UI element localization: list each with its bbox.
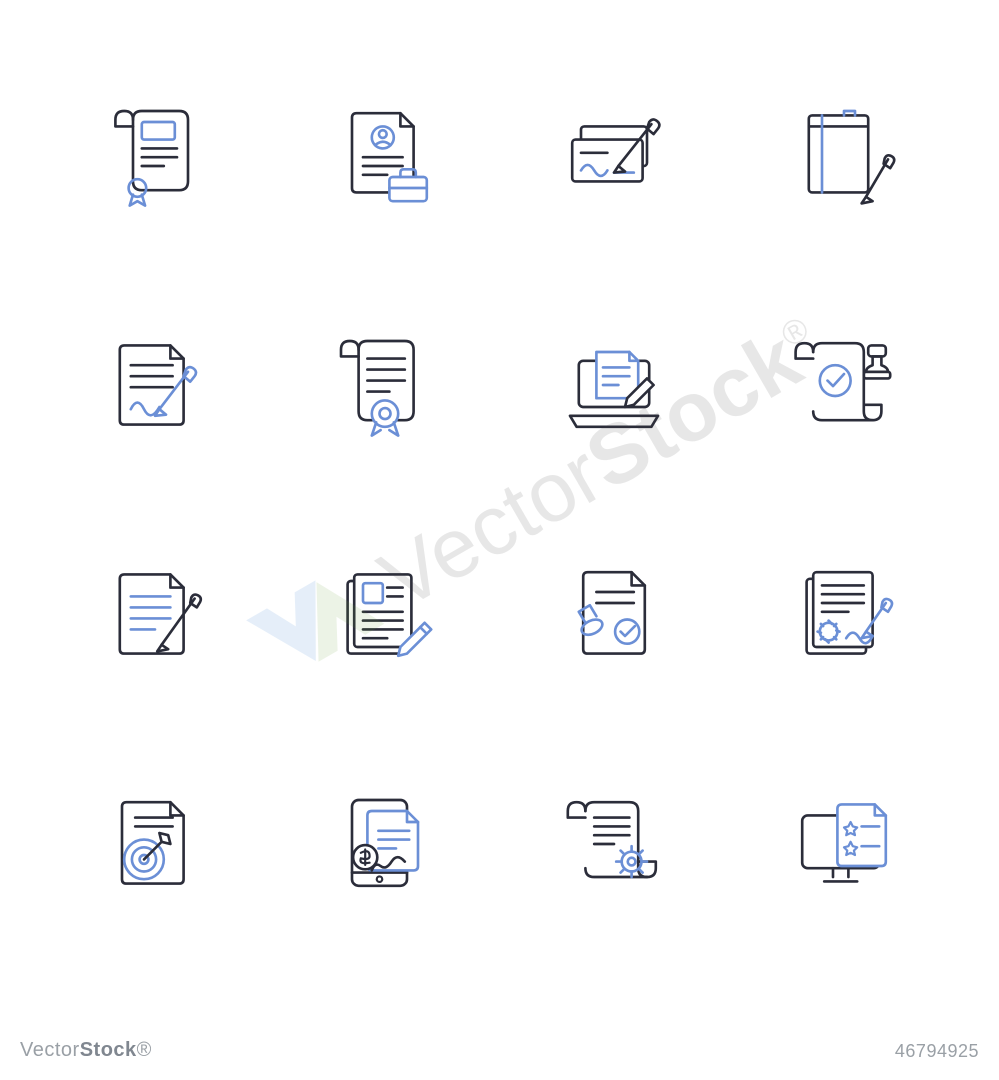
target-document-icon (60, 749, 250, 939)
tablet-invoice-icon (290, 749, 480, 939)
footer-brand-suffix: ® (137, 1039, 152, 1061)
award-certificate-icon (290, 290, 480, 480)
footer-brand-bold: Stock (80, 1039, 137, 1061)
laptop-edit-icon (520, 290, 710, 480)
cheque-pen-icon (520, 60, 710, 250)
icon-grid (60, 60, 939, 939)
notebook-pen-icon (749, 60, 939, 250)
scroll-gear-icon (520, 749, 710, 939)
footer-brand: VectorStock® (20, 1039, 152, 1062)
form-pencil-icon (290, 520, 480, 710)
resume-briefcase-icon (290, 60, 480, 250)
footer: VectorStock® 46794925 (20, 1039, 979, 1062)
edit-note-icon (60, 520, 250, 710)
footer-brand-light: Vector (20, 1039, 80, 1061)
signed-document-icon (60, 290, 250, 480)
approved-stamp-scroll-icon (749, 290, 939, 480)
document-stamp-check-icon (520, 520, 710, 710)
footer-image-id: 46794925 (895, 1041, 979, 1062)
certificate-scroll-icon (60, 60, 250, 250)
monitor-rating-icon (749, 749, 939, 939)
contract-seal-sign-icon (749, 520, 939, 710)
